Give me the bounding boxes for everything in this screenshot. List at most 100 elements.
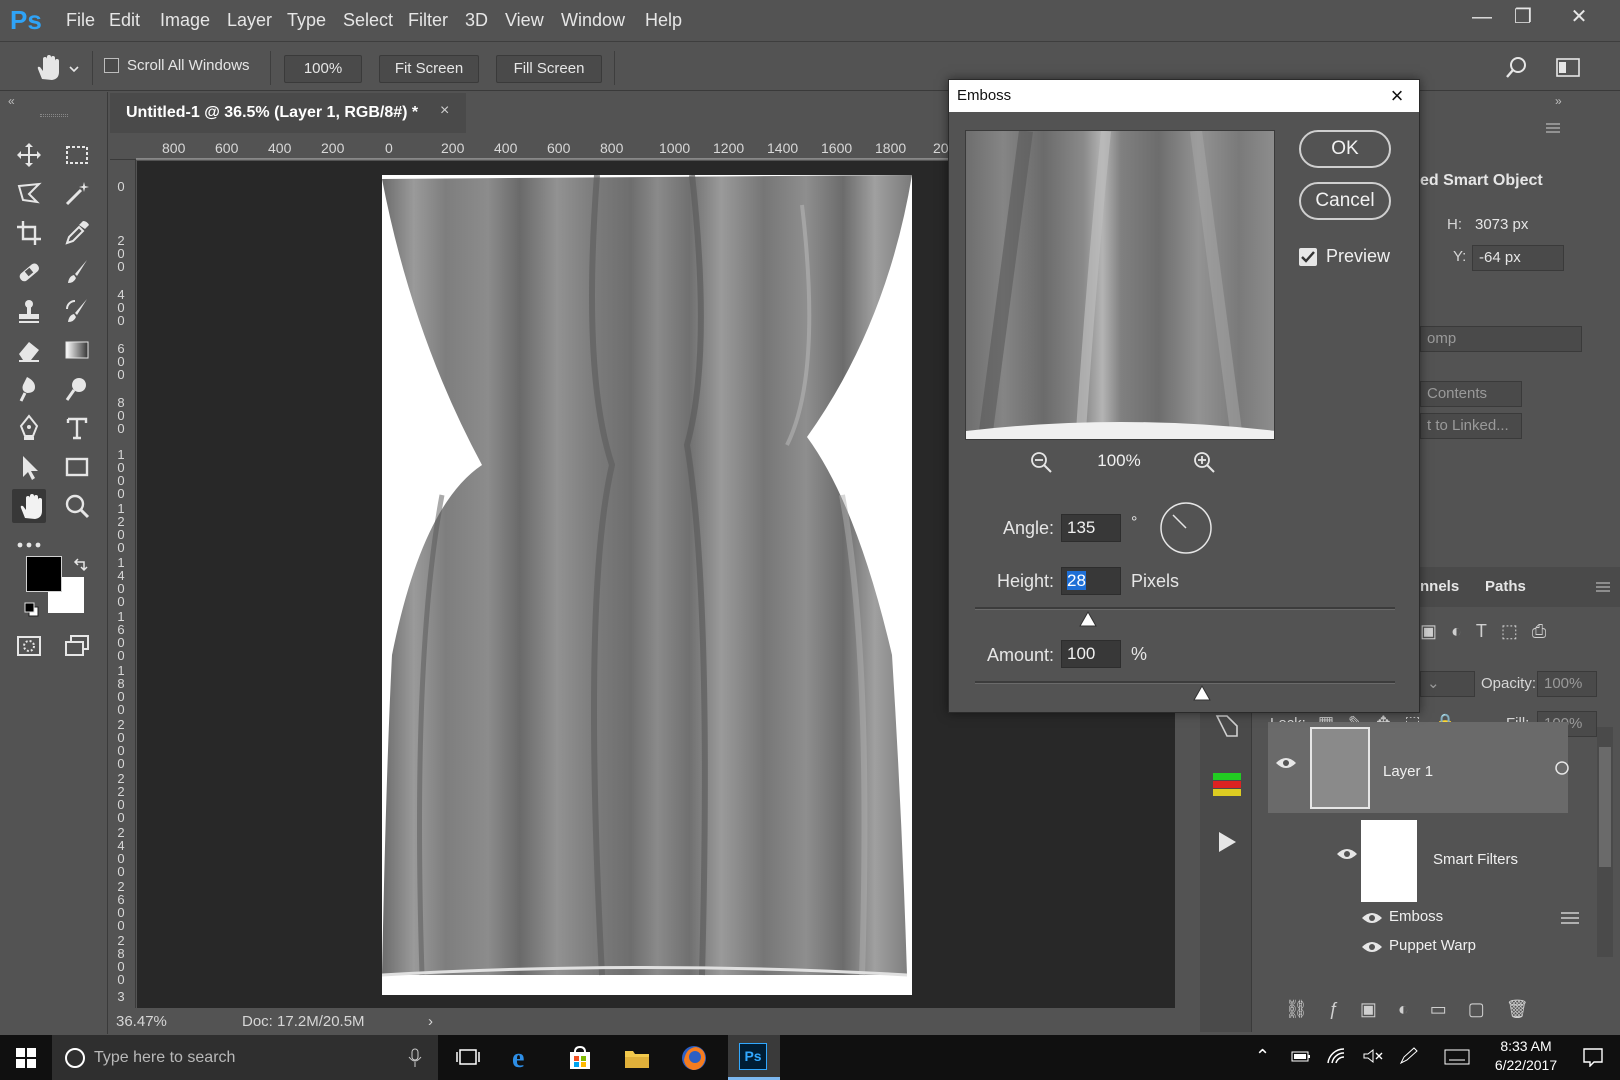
actions-play-icon[interactable] <box>1216 830 1238 854</box>
screen-mode-icon[interactable] <box>60 629 94 663</box>
history-brush-tool-icon[interactable] <box>60 294 94 328</box>
pen-ink-icon[interactable] <box>1398 1047 1420 1065</box>
photoshop-taskbar-button[interactable]: Ps <box>728 1035 780 1080</box>
height-value[interactable]: 3073 px <box>1475 216 1528 233</box>
zoom-100-button[interactable]: 100% <box>284 55 362 83</box>
menu-select[interactable]: Select <box>343 10 393 31</box>
zoom-level[interactable]: 36.47% <box>116 1009 167 1035</box>
file-explorer-icon[interactable] <box>624 1047 650 1069</box>
amount-slider-thumb[interactable] <box>1192 685 1211 701</box>
eyedropper-tool-icon[interactable] <box>60 216 94 250</box>
battery-icon[interactable] <box>1290 1047 1312 1065</box>
panel-menu-icon[interactable] <box>1545 122 1561 134</box>
microphone-icon[interactable] <box>408 1048 422 1068</box>
task-view-icon[interactable] <box>456 1047 480 1067</box>
blend-mode-select[interactable]: ⌄ <box>1420 671 1475 697</box>
minimize-button[interactable]: — <box>1465 4 1499 30</box>
y-position-input[interactable]: -64 px <box>1472 245 1564 271</box>
cancel-button[interactable]: Cancel <box>1299 182 1391 220</box>
status-arrow-icon[interactable]: › <box>428 1009 433 1035</box>
edge-browser-icon[interactable]: e <box>512 1043 524 1075</box>
fit-screen-button[interactable]: Fit Screen <box>379 55 479 83</box>
blur-tool-icon[interactable] <box>12 372 46 406</box>
layers-scrollbar-thumb[interactable] <box>1599 747 1611 867</box>
smart-filter-indicator-icon[interactable] <box>1553 759 1571 777</box>
pen-tool-icon[interactable] <box>12 411 46 445</box>
volume-muted-icon[interactable] <box>1362 1047 1384 1065</box>
preview-checkbox[interactable] <box>1299 248 1317 266</box>
dodge-tool-icon[interactable] <box>60 372 94 406</box>
lasso-tool-icon[interactable] <box>12 177 46 211</box>
taskbar-time[interactable]: 8:33 AM <box>1490 1038 1562 1054</box>
smart-filters-label[interactable]: Smart Filters <box>1433 851 1518 868</box>
gradient-tool-icon[interactable] <box>60 333 94 367</box>
height-input[interactable]: 28 <box>1061 567 1121 595</box>
tab-paths[interactable]: Paths <box>1485 578 1526 595</box>
clone-stamp-tool-icon[interactable] <box>12 294 46 328</box>
workspace-icon[interactable] <box>1555 56 1581 80</box>
foreground-color-swatch[interactable] <box>26 556 62 592</box>
hand-tool-preset-icon[interactable] <box>32 53 82 83</box>
wifi-icon[interactable] <box>1326 1047 1348 1065</box>
menu-window[interactable]: Window <box>561 10 625 31</box>
info-panel-icon[interactable] <box>1213 712 1241 740</box>
path-selection-tool-icon[interactable] <box>12 450 46 484</box>
color-panel-icon[interactable] <box>1211 769 1243 801</box>
opacity-input[interactable]: 100% <box>1537 671 1597 697</box>
quick-mask-icon[interactable] <box>12 629 46 663</box>
menu-3d[interactable]: 3D <box>465 10 488 31</box>
emboss-preview[interactable] <box>965 130 1275 440</box>
angle-dial[interactable] <box>1159 501 1213 555</box>
brush-tool-icon[interactable] <box>60 255 94 289</box>
layer-comp-select[interactable]: omp <box>1420 326 1582 352</box>
firefox-icon[interactable] <box>680 1044 708 1072</box>
swap-colors-icon[interactable] <box>72 558 88 574</box>
zoom-tool-icon[interactable] <box>60 489 94 523</box>
notifications-icon[interactable] <box>1582 1047 1604 1067</box>
hand-tool-icon[interactable] <box>12 489 46 523</box>
menu-image[interactable]: Image <box>160 10 210 31</box>
filter-item[interactable]: Puppet Warp <box>1389 937 1476 954</box>
taskbar-search[interactable]: Type here to search <box>52 1035 438 1080</box>
preview-zoom-in-icon[interactable] <box>1192 450 1216 474</box>
healing-brush-tool-icon[interactable] <box>12 255 46 289</box>
restore-button[interactable]: ❐ <box>1506 4 1540 30</box>
search-icon[interactable] <box>1504 55 1530 81</box>
show-hidden-icons[interactable]: ⌃ <box>1255 1046 1270 1067</box>
layers-panel-menu-icon[interactable] <box>1595 581 1611 593</box>
menu-file[interactable]: File <box>66 10 95 31</box>
windows-start-icon[interactable] <box>16 1048 36 1068</box>
document-canvas[interactable] <box>382 175 912 995</box>
marquee-tool-icon[interactable] <box>60 138 94 172</box>
menu-filter[interactable]: Filter <box>408 10 448 31</box>
collapse-toolbar-icon[interactable]: « <box>8 94 15 108</box>
visibility-eye-icon[interactable] <box>1275 756 1297 770</box>
ok-button[interactable]: OK <box>1299 130 1391 168</box>
smart-filters-eye-icon[interactable] <box>1336 847 1358 861</box>
document-tab[interactable]: Untitled-1 @ 36.5% (Layer 1, RGB/8#) * <box>110 93 466 133</box>
move-tool-icon[interactable] <box>12 138 46 172</box>
amount-slider[interactable] <box>975 681 1395 701</box>
rectangle-tool-icon[interactable] <box>60 450 94 484</box>
menu-layer[interactable]: Layer <box>227 10 272 31</box>
emboss-eye-icon[interactable] <box>1361 911 1383 925</box>
type-tool-icon[interactable] <box>60 411 94 445</box>
menu-help[interactable]: Help <box>645 10 682 31</box>
angle-input[interactable]: 135 <box>1061 514 1121 542</box>
menu-edit[interactable]: Edit <box>109 10 140 31</box>
store-icon[interactable] <box>568 1046 592 1070</box>
expand-panels-icon[interactable]: » <box>1555 94 1562 108</box>
layer-actions-icons[interactable]: ⛓ƒ▣◐▭▢🗑 <box>1270 999 1615 1029</box>
eraser-tool-icon[interactable] <box>12 333 46 367</box>
default-colors-icon[interactable] <box>24 602 40 618</box>
magic-wand-tool-icon[interactable] <box>60 177 94 211</box>
taskbar-date[interactable]: 6/22/2017 <box>1488 1057 1564 1073</box>
filter-item[interactable]: Emboss <box>1389 908 1443 925</box>
layer-filter-icons[interactable]: ▣◐T⬚⎙ <box>1420 621 1620 645</box>
crop-tool-icon[interactable] <box>12 216 46 250</box>
puppet-warp-eye-icon[interactable] <box>1361 940 1383 954</box>
fill-screen-button[interactable]: Fill Screen <box>496 55 602 83</box>
preview-zoom-out-icon[interactable] <box>1029 450 1053 474</box>
close-window-button[interactable]: ✕ <box>1562 4 1596 30</box>
menu-view[interactable]: View <box>505 10 544 31</box>
